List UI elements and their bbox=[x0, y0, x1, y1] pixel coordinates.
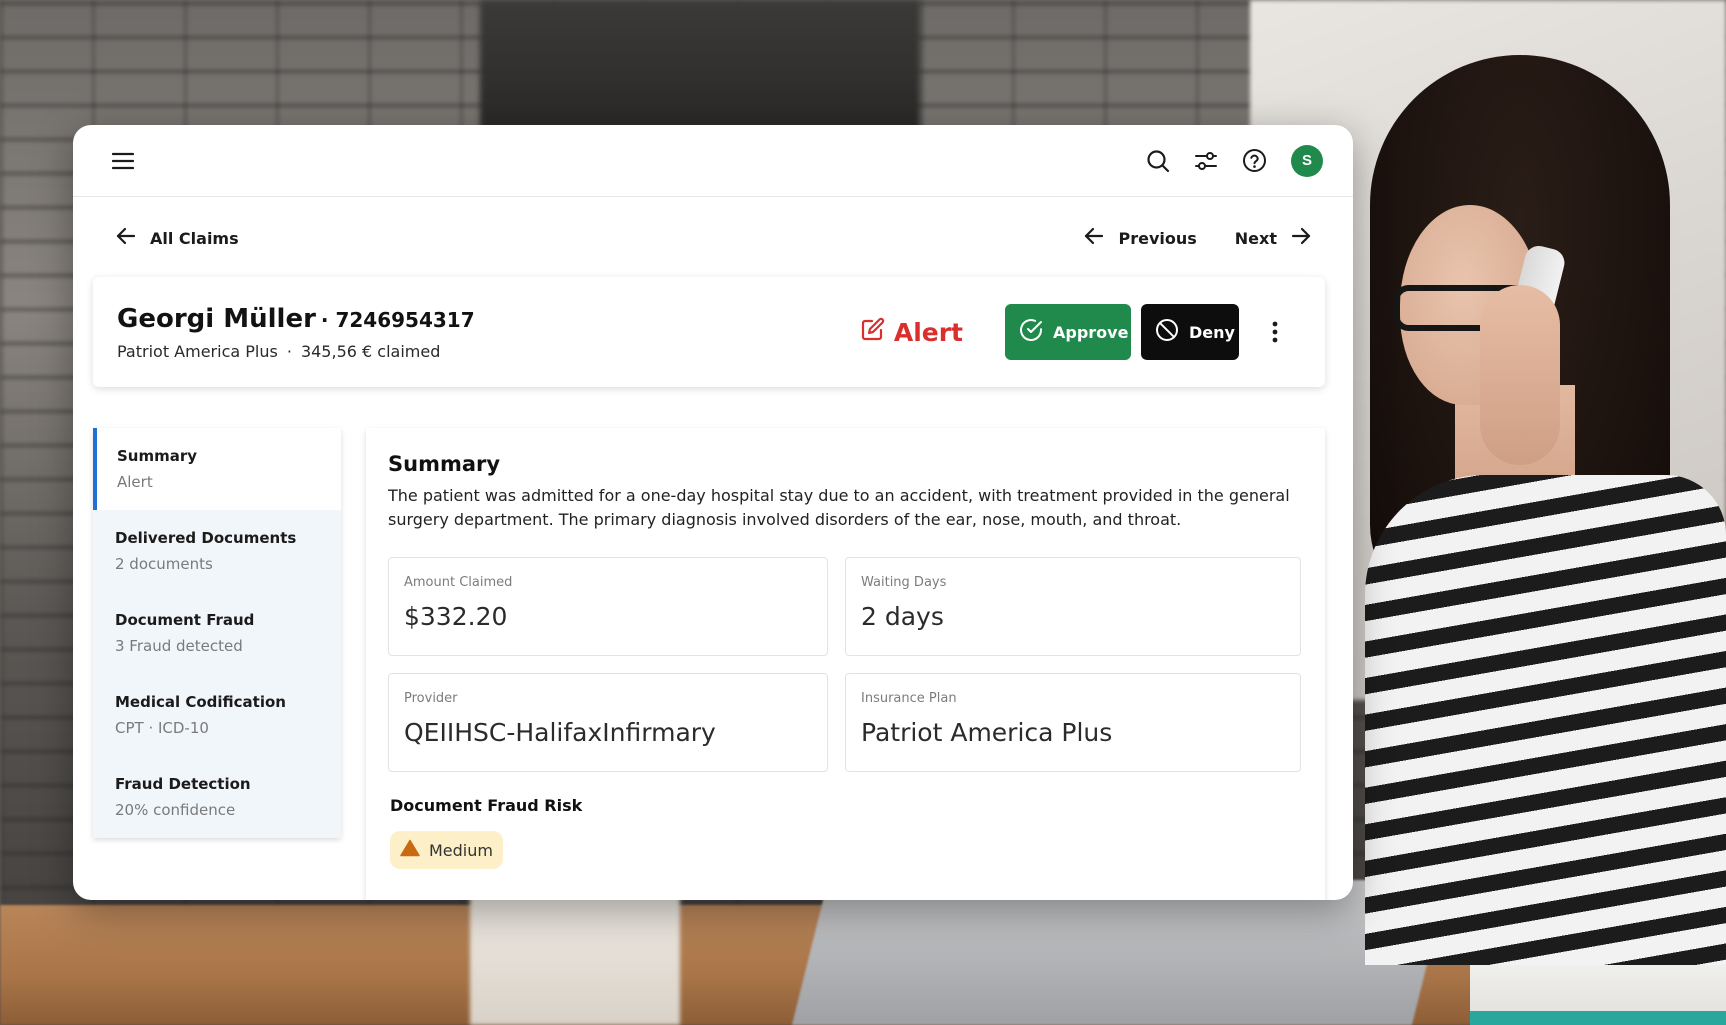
hand bbox=[1480, 285, 1560, 465]
user-avatar[interactable]: S bbox=[1291, 144, 1323, 177]
arrow-left-icon bbox=[116, 227, 136, 249]
top-bar-actions: S bbox=[1145, 144, 1323, 177]
summary-title: Summary bbox=[388, 452, 501, 476]
claim-header-card: Georgi Müller · 7246954317 Patriot Ameri… bbox=[93, 277, 1325, 387]
summary-fields: Amount Claimed $332.20 Waiting Days 2 da… bbox=[388, 557, 1303, 772]
next-label: Next bbox=[1234, 228, 1277, 248]
claim-subtitle: Patriot America Plus · 345,56 € claimed bbox=[117, 342, 475, 361]
ban-icon bbox=[1155, 318, 1179, 346]
field-value: Patriot America Plus bbox=[861, 718, 1113, 747]
sidebar-item-document-fraud[interactable]: Document Fraud 3 Fraud detected bbox=[93, 592, 341, 674]
sidebar-item-title: Summary bbox=[117, 447, 198, 465]
claim-actions: Alert Approve Deny bbox=[861, 304, 1285, 360]
check-circle-icon bbox=[1019, 318, 1043, 346]
claim-id: · 7246954317 bbox=[320, 307, 475, 332]
claim-navigation: All Claims Previous Next bbox=[73, 197, 1353, 279]
field-waiting-days: Waiting Days 2 days bbox=[845, 557, 1301, 656]
filter-icon[interactable] bbox=[1193, 148, 1219, 174]
sidebar-item-title: Fraud Detection bbox=[115, 775, 251, 793]
all-claims-link[interactable]: All Claims bbox=[116, 227, 239, 249]
alert-label: Alert bbox=[893, 317, 963, 347]
sidebar-item-subtitle: 20% confidence bbox=[115, 801, 236, 819]
sidebar-item-subtitle: 3 Fraud detected bbox=[115, 637, 243, 655]
sidebar-item-delivered-documents[interactable]: Delivered Documents 2 documents bbox=[93, 510, 341, 592]
previous-button[interactable]: Previous bbox=[1084, 227, 1197, 249]
sidebar-item-title: Document Fraud bbox=[115, 611, 255, 629]
sidebar-item-subtitle: 2 documents bbox=[115, 555, 213, 573]
summary-panel: Summary The patient was admitted for a o… bbox=[366, 428, 1325, 900]
next-button[interactable]: Next bbox=[1235, 227, 1311, 249]
shelf bbox=[480, 0, 920, 130]
woman-on-phone bbox=[1345, 55, 1726, 965]
approve-label: Approve bbox=[1053, 322, 1129, 342]
pager: Previous Next bbox=[1084, 227, 1311, 249]
previous-label: Previous bbox=[1118, 228, 1197, 248]
field-value: $332.20 bbox=[404, 602, 508, 631]
fraud-risk-title: Document Fraud Risk bbox=[390, 796, 583, 815]
field-provider: Provider QEIIHSC-HalifaxInfirmary bbox=[388, 673, 828, 772]
fraud-risk-badge: Medium bbox=[390, 831, 503, 869]
summary-description: The patient was admitted for a one-day h… bbox=[388, 486, 1290, 529]
arrow-left-icon bbox=[1084, 227, 1104, 249]
all-claims-label: All Claims bbox=[150, 228, 239, 248]
claim-sections-sidebar: Summary Alert Delivered Documents 2 docu… bbox=[93, 428, 341, 838]
striped-shirt bbox=[1365, 475, 1726, 965]
field-label: Waiting Days bbox=[861, 575, 947, 590]
claim-title: Georgi Müller · 7246954317 bbox=[117, 304, 475, 334]
search-icon[interactable] bbox=[1145, 148, 1171, 174]
edit-icon bbox=[861, 317, 885, 347]
menu-icon[interactable] bbox=[110, 148, 136, 174]
sidebar-item-title: Delivered Documents bbox=[115, 529, 297, 547]
claim-separator: · bbox=[286, 341, 292, 361]
claim-info: Georgi Müller · 7246954317 Patriot Ameri… bbox=[117, 304, 475, 361]
fraud-risk-level: Medium bbox=[429, 840, 493, 860]
claim-amount: 345,56 € claimed bbox=[300, 341, 441, 361]
field-label: Provider bbox=[404, 691, 458, 706]
approve-button[interactable]: Approve bbox=[1005, 304, 1131, 360]
deny-label: Deny bbox=[1189, 322, 1235, 342]
field-label: Amount Claimed bbox=[404, 575, 513, 590]
top-bar: S bbox=[73, 125, 1353, 197]
help-icon[interactable] bbox=[1241, 148, 1267, 174]
sidebar-item-subtitle: Alert bbox=[117, 473, 153, 491]
field-insurance-plan: Insurance Plan Patriot America Plus bbox=[845, 673, 1301, 772]
claims-app-window: S All Claims Previous Next Georgi Müller… bbox=[73, 125, 1353, 900]
field-amount-claimed: Amount Claimed $332.20 bbox=[388, 557, 828, 656]
field-value: 2 days bbox=[861, 602, 944, 631]
arrow-right-icon bbox=[1291, 227, 1311, 249]
sidebar-item-summary[interactable]: Summary Alert bbox=[93, 428, 341, 510]
sidebar-item-subtitle: CPT · ICD-10 bbox=[115, 719, 209, 737]
alert-status[interactable]: Alert bbox=[861, 317, 963, 347]
more-options-icon[interactable] bbox=[1265, 317, 1285, 347]
claimant-name: Georgi Müller bbox=[117, 303, 316, 334]
claim-plan: Patriot America Plus bbox=[117, 341, 278, 361]
field-label: Insurance Plan bbox=[861, 691, 957, 706]
warning-triangle-icon bbox=[400, 839, 420, 861]
field-value: QEIIHSC-HalifaxInfirmary bbox=[404, 718, 716, 747]
sidebar-item-fraud-detection[interactable]: Fraud Detection 20% confidence bbox=[93, 756, 341, 838]
plant-pot bbox=[470, 880, 680, 1025]
sidebar-item-medical-codification[interactable]: Medical Codification CPT · ICD-10 bbox=[93, 674, 341, 756]
sidebar-item-title: Medical Codification bbox=[115, 693, 286, 711]
deny-button[interactable]: Deny bbox=[1141, 304, 1239, 360]
